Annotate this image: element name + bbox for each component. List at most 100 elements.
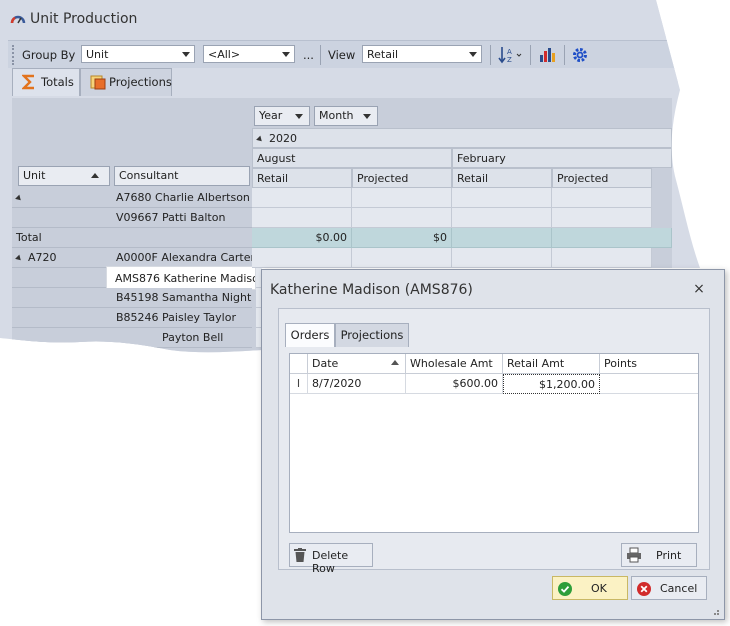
row-indicator-header [290,354,308,374]
unit-cell[interactable] [12,288,112,308]
chevron-down-icon [295,114,303,119]
data-cell[interactable] [552,248,652,268]
measure-header: Projected [552,168,652,188]
check-circle-icon [558,582,572,596]
svg-text:A: A [507,48,512,56]
cancel-button[interactable]: Cancel [631,576,707,600]
consultant-cell[interactable]: V09667 Patti Balton [112,208,252,228]
data-cell[interactable] [352,248,452,268]
month-field-button[interactable]: Month [314,106,378,126]
unit-cell[interactable]: A720 [12,248,112,268]
print-button[interactable]: Print [621,543,697,567]
column-header-points[interactable]: Points [600,354,698,374]
unit-cell[interactable] [12,328,112,348]
data-cell[interactable] [352,188,452,208]
cell-retail[interactable]: $1,200.00 [503,374,600,394]
unit-cell[interactable] [12,188,112,208]
cancel-icon [637,582,651,596]
total-row-label: Total [12,228,252,248]
unit-cell[interactable] [12,268,112,288]
dialog-tab-panel: Orders Projections Date Wholesale Amt Re… [278,308,710,575]
bar-chart-icon[interactable] [538,46,556,64]
dialog-title: Katherine Madison (AMS876) [270,282,473,298]
year-field-label: Year [259,109,283,122]
window-title: Unit Production [30,11,138,27]
tab-label: Totals [41,75,74,89]
row-indicator[interactable]: I [290,374,308,394]
column-header-date[interactable]: Date [308,354,406,374]
sort-ascending-icon [391,360,399,365]
ok-button[interactable]: OK [552,576,628,600]
consultant-cell[interactable]: B85246 Paisley Taylor [112,308,252,328]
group-by-combo[interactable]: Unit [81,45,195,63]
year-header-label: 2020 [269,132,297,145]
tab-orders[interactable]: Orders [285,323,335,347]
filter-combo[interactable]: <All> [203,45,295,63]
toolbar-separator [530,45,531,65]
delete-row-button[interactable]: Delete Row [289,543,373,575]
unit-field-button[interactable]: Unit [18,166,110,186]
consultant-cell[interactable]: A0000F Alexandra Carter [112,248,252,268]
data-cell[interactable] [552,208,652,228]
column-header-retail[interactable]: Retail Amt [503,354,600,374]
consultant-cell[interactable]: Payton Bell [112,328,252,348]
cell-date[interactable]: 8/7/2020 [308,374,406,394]
data-cell[interactable] [452,188,552,208]
year-header[interactable]: 2020 [252,128,672,148]
data-cell[interactable] [252,248,352,268]
cell-points[interactable] [600,374,698,394]
filter-value: <All> [208,48,241,61]
total-cell[interactable] [452,228,552,248]
gauge-icon [10,11,26,27]
close-button[interactable]: × [692,282,706,296]
chevron-down-icon [363,114,371,119]
resize-grip-icon[interactable] [710,606,720,616]
tab-projections[interactable]: Projections [335,323,409,347]
data-cell[interactable] [552,188,652,208]
printer-icon [627,547,641,563]
collapse-icon [15,254,23,262]
consultant-cell-selected[interactable]: AMS876 Katherine Madison [106,266,256,290]
view-label: View [328,48,356,62]
collapse-icon [15,194,23,202]
toolbar-separator [490,45,491,65]
print-label: Print [656,549,682,562]
unit-cell[interactable] [12,308,112,328]
sigma-icon [22,74,36,90]
gear-icon[interactable] [571,46,589,64]
sort-az-icon[interactable]: A Z [498,46,524,64]
collapse-icon [256,135,264,143]
consultant-field-button[interactable]: Consultant [114,166,250,186]
delete-row-label: Delete Row [312,549,349,575]
trash-icon [294,548,306,562]
tab-strip: Totals Projections [8,68,678,98]
data-cell[interactable] [352,208,452,228]
total-projected-cell[interactable]: $0 [352,228,452,248]
tab-label: Projections [109,75,172,89]
toolbar-separator [564,45,565,65]
column-header-wholesale[interactable]: Wholesale Amt [406,354,503,374]
data-cell[interactable] [252,188,352,208]
cell-wholesale[interactable]: $600.00 [406,374,503,394]
data-cell[interactable] [452,208,552,228]
cancel-label: Cancel [660,582,698,595]
group-by-value: Unit [86,48,109,61]
view-value: Retail [367,48,399,61]
window-titlebar: Unit Production [0,0,730,38]
view-combo[interactable]: Retail [362,45,482,63]
consultant-cell[interactable]: B45198 Samantha Night [112,288,252,308]
total-cell[interactable] [552,228,672,248]
filter-ellipsis-button[interactable]: ... [303,48,314,62]
toolbar-separator [320,45,321,65]
toolbar-grip[interactable] [12,45,17,65]
group-by-label: Group By [22,48,76,62]
total-retail-cell[interactable]: $0.00 [252,228,352,248]
chevron-down-icon [282,52,290,57]
consultant-cell[interactable]: A7680 Charlie Albertson [112,188,252,208]
unit-cell[interactable] [12,208,112,228]
year-field-button[interactable]: Year [254,106,310,126]
measure-header: Retail [252,168,352,188]
data-cell[interactable] [252,208,352,228]
data-cell[interactable] [452,248,552,268]
sort-ascending-icon [91,173,99,178]
